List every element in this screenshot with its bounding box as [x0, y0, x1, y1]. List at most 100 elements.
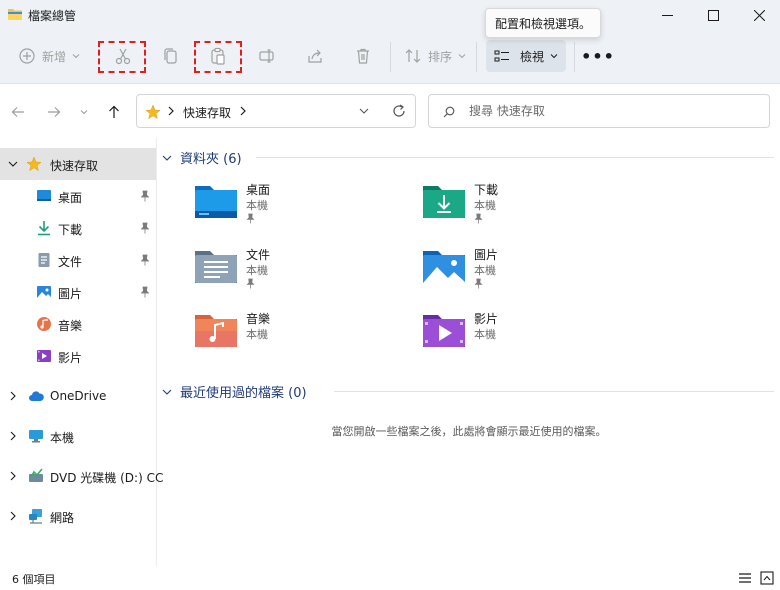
chevron-down-icon	[72, 54, 80, 59]
chevron-right-icon[interactable]	[8, 431, 18, 441]
breadcrumb-quick-access[interactable]: 快速存取	[183, 104, 231, 121]
address-bar[interactable]: 快速存取	[136, 94, 416, 128]
status-bar: 6 個項目	[0, 566, 780, 590]
more-options-button[interactable]: •••	[581, 40, 614, 72]
chevron-down-icon	[162, 389, 172, 395]
folder-tile-downloads[interactable]: 下載 本機	[422, 180, 622, 240]
download-icon	[38, 221, 50, 236]
group-divider	[256, 157, 774, 158]
chevron-down-icon[interactable]	[8, 159, 18, 169]
search-input[interactable]	[469, 102, 759, 120]
search-box[interactable]	[428, 94, 770, 128]
rename-icon	[259, 49, 274, 63]
star-icon	[26, 156, 42, 172]
large-icons-view-icon[interactable]	[760, 571, 774, 585]
sidebar-item-onedrive[interactable]: OneDrive	[0, 380, 156, 412]
view-button[interactable]: 檢視	[486, 40, 566, 72]
new-label: 新增	[42, 49, 67, 64]
folders-group-header[interactable]: 資料夾 (6)	[162, 148, 242, 167]
sort-button[interactable]: 排序	[404, 40, 466, 72]
sidebar-item-music[interactable]: 音樂	[0, 308, 156, 340]
folder-name: 圖片	[474, 248, 499, 262]
up-button[interactable]	[104, 102, 124, 122]
sort-icon	[405, 49, 421, 63]
folder-tile-videos[interactable]: 影片 本機	[422, 309, 622, 369]
folders-group-title: 資料夾 (6)	[180, 152, 242, 167]
recent-files-group-title: 最近使用過的檔案 (0)	[180, 386, 307, 401]
music-folder-icon	[195, 315, 237, 347]
sidebar-item-desktop[interactable]: 桌面	[0, 180, 156, 212]
copy-icon	[164, 48, 177, 64]
pin-icon[interactable]	[140, 222, 150, 234]
refresh-icon[interactable]	[391, 103, 407, 119]
command-bar: 新增 排序 檢視 •••	[0, 30, 780, 84]
documents-folder-icon	[195, 251, 237, 283]
sidebar-item-label: 影片	[58, 351, 83, 365]
folder-location: 本機	[246, 264, 268, 277]
close-button[interactable]	[736, 0, 780, 30]
pin-icon[interactable]	[140, 286, 150, 298]
share-button[interactable]	[306, 40, 324, 72]
documents-icon	[38, 253, 50, 267]
group-divider	[334, 391, 774, 392]
videos-icon	[37, 350, 51, 362]
pin-icon[interactable]	[140, 190, 150, 202]
delete-button[interactable]	[354, 40, 372, 72]
copy-button[interactable]	[162, 40, 180, 72]
pin-icon	[474, 278, 483, 289]
videos-folder-icon	[423, 315, 465, 347]
sidebar-item-pictures[interactable]: 圖片	[0, 276, 156, 308]
download-folder-icon	[423, 186, 465, 218]
folder-tile-music[interactable]: 音樂 本機	[194, 309, 394, 369]
cloud-icon	[29, 391, 44, 401]
network-icon	[29, 509, 42, 524]
music-icon	[37, 317, 51, 331]
folder-location: 本機	[474, 328, 496, 341]
view-options-icon	[494, 50, 509, 62]
chevron-right-icon	[240, 106, 246, 116]
sidebar-item-this-pc[interactable]: 本機	[0, 420, 156, 452]
arrow-right-icon	[48, 107, 61, 117]
search-icon	[443, 106, 455, 118]
forward-button[interactable]	[44, 102, 64, 122]
chevron-down-icon	[458, 54, 466, 59]
close-icon	[753, 9, 765, 21]
chevron-right-icon[interactable]	[8, 391, 18, 401]
sidebar-item-network[interactable]: 網路	[0, 500, 156, 532]
recent-files-group-header[interactable]: 最近使用過的檔案 (0)	[162, 382, 307, 401]
chevron-down-icon[interactable]	[359, 106, 369, 116]
star-icon	[145, 104, 161, 120]
dvd-icon	[29, 468, 43, 482]
new-button[interactable]: 新增	[18, 40, 80, 72]
toolbar-separator	[574, 42, 575, 72]
sidebar-item-downloads[interactable]: 下載	[0, 212, 156, 244]
minimize-button[interactable]	[644, 0, 690, 30]
folder-tile-documents[interactable]: 文件 本機	[194, 245, 394, 305]
address-row: 快速存取	[0, 84, 780, 138]
recent-locations-button[interactable]	[74, 102, 94, 122]
chevron-down-icon	[550, 54, 558, 59]
maximize-button[interactable]	[690, 0, 736, 30]
arrow-left-icon	[11, 107, 24, 117]
sidebar-item-dvd-drive[interactable]: DVD 光碟機 (D:) CC	[0, 460, 163, 492]
sidebar-item-label: OneDrive	[50, 389, 107, 403]
content-pane: 資料夾 (6) 桌面 本機 下載 本機 文件 本機 圖片 本機 音樂 本機 影片…	[158, 138, 780, 566]
chevron-right-icon[interactable]	[8, 511, 18, 521]
minimize-icon	[661, 14, 673, 16]
recent-files-empty-message: 當您開啟一些檔案之後，此處將會顯示最近使用的檔案。	[331, 425, 607, 438]
sidebar-item-label: 文件	[58, 255, 83, 269]
folder-tile-desktop[interactable]: 桌面 本機	[194, 180, 394, 240]
sidebar-item-label: DVD 光碟機 (D:) CC	[50, 471, 164, 485]
sidebar-item-videos[interactable]: 影片	[0, 340, 156, 372]
rename-button[interactable]	[258, 40, 276, 72]
sidebar-item-label: 下載	[58, 223, 83, 237]
sidebar-item-quick-access[interactable]: 快速存取	[0, 148, 156, 180]
paste-highlight	[194, 41, 242, 73]
pin-icon[interactable]	[140, 254, 150, 266]
sidebar-item-documents[interactable]: 文件	[0, 244, 156, 276]
details-view-icon[interactable]	[738, 571, 752, 585]
chevron-right-icon[interactable]	[8, 471, 18, 481]
folder-tile-pictures[interactable]: 圖片 本機	[422, 245, 622, 305]
folder-icon	[8, 9, 22, 20]
back-button[interactable]	[8, 102, 28, 122]
